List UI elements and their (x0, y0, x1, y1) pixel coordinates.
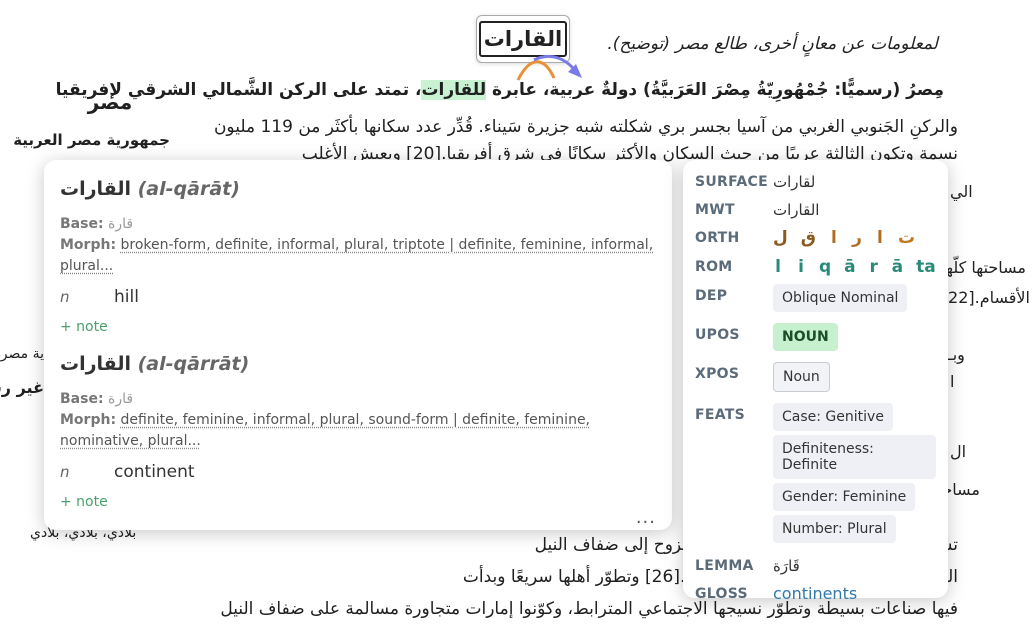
prop-label: XPOS (695, 366, 740, 382)
prop-label: LEMMA (695, 558, 754, 574)
token-properties-panel: SURFACE لقارات MWT القارات ORTH ل ق ا ر … (683, 160, 948, 603)
orth-letter: ا (877, 228, 883, 248)
lemma-value: قَارَة (773, 557, 800, 575)
lead-before: مِصرُ (رسميًّا: جُمْهُورِيّةُ مِصْرَ الع… (486, 80, 944, 100)
feats-list: Case: Genitive Definiteness: Definite Ge… (773, 403, 936, 547)
morph-value[interactable]: broken-form, definite, informal, plural,… (60, 237, 653, 274)
article-fragment: وبـ (948, 345, 965, 364)
add-note-button[interactable]: + note (60, 494, 656, 510)
rom-letter: q (819, 257, 832, 277)
article-fragment: ا (950, 372, 955, 391)
pointer-arrow-icon (516, 55, 582, 81)
dep-chip[interactable]: Oblique Nominal (773, 284, 908, 312)
more-options-icon[interactable]: ... (636, 507, 656, 528)
prop-label: FEATS (695, 407, 746, 423)
base-value[interactable]: قارة (108, 391, 133, 407)
infobox-subtitle: جمهورية مصر العربية (13, 131, 170, 149)
prop-label: DEP (695, 288, 728, 304)
prop-label: SURFACE (695, 174, 768, 190)
article-fragment: ال (950, 442, 967, 461)
article-line-2: والركنِ الجَنوبي الغربي من آسيا بجسر بري… (213, 117, 958, 137)
infobox-fragment: ية مصر (0, 346, 44, 362)
morph-label: Morph: (60, 237, 117, 253)
prop-label: ORTH (695, 230, 740, 246)
infobox-fragment: غير رس (0, 378, 44, 397)
entry-heading: القارات (al-qārāt) (60, 176, 656, 202)
rom-letters: l i q ā r ā ta (773, 255, 936, 277)
prop-lemma: LEMMA قَارَة (695, 554, 936, 575)
orth-letter: ل (773, 228, 788, 248)
prop-upos: UPOS NOUN (695, 323, 936, 355)
dictionary-entry: القارات (al-qārāt) Base: قارة Morph: bro… (60, 176, 656, 335)
entry-translit: (al-qārāt) (137, 178, 240, 200)
prop-mwt: MWT القارات (695, 198, 936, 219)
disambiguation-note: لمعلومات عن معانٍ أخرى، طالع مصر (توضيح)… (607, 34, 938, 54)
rom-letter: l (775, 257, 781, 277)
orth-letter: ر (852, 228, 862, 248)
entry-morph: Morph: broken-form, definite, informal, … (60, 235, 656, 277)
entry-base: Base: قارة (60, 214, 656, 235)
add-note-button[interactable]: + note (60, 319, 656, 335)
entry-sense: n hill (60, 285, 656, 309)
orth-letter: ق (800, 228, 816, 248)
sense-gloss: hill (114, 287, 139, 307)
article-fragment: الي (950, 182, 973, 201)
morph-label: Morph: (60, 412, 117, 428)
rom-letter: i (798, 257, 804, 277)
entry-translit: (al-qārrāt) (137, 353, 250, 375)
prop-surface: SURFACE لقارات (695, 170, 936, 191)
entry-sense: n continent (60, 460, 656, 484)
base-label: Base: (60, 216, 104, 232)
prop-dep: DEP Oblique Nominal (695, 284, 936, 316)
dictionary-entry: القارات (al-qārrāt) Base: قارة Morph: de… (60, 351, 656, 510)
prop-xpos: XPOS Noun (695, 362, 936, 396)
article-fragment: مساحتها كلّها (941, 258, 1026, 277)
entry-morph: Morph: definite, feminine, informal, plu… (60, 410, 656, 452)
prop-gloss: GLOSS continents (695, 582, 936, 603)
rom-letter: ā (844, 257, 856, 277)
prop-rom: ROM l i q ā r ā ta (695, 255, 936, 277)
feat-chip[interactable]: Definiteness: Definite (773, 435, 936, 479)
feat-chip[interactable]: Case: Genitive (773, 403, 893, 431)
orth-letters: ل ق ا ر ا ت (773, 226, 915, 248)
part-of-speech: n (60, 463, 70, 481)
prop-label: GLOSS (695, 586, 748, 602)
prop-orth: ORTH ل ق ا ر ا ت (695, 226, 936, 248)
entry-base: Base: قارة (60, 389, 656, 410)
rom-letter: ta (916, 257, 936, 277)
rom-letter: ā (891, 257, 904, 277)
article-fragment: مساحة (933, 480, 980, 499)
feat-chip[interactable]: Gender: Feminine (773, 483, 916, 511)
article-fragment: الأقسام.[22] (942, 288, 1030, 307)
gloss-link[interactable]: continents (773, 582, 857, 603)
highlighted-token[interactable]: للقارات (421, 80, 487, 100)
orth-letter: ت (897, 228, 916, 248)
rom-letter: r (869, 257, 878, 277)
orth-letter: ا (831, 228, 837, 248)
prop-label: MWT (695, 202, 735, 218)
infobox-title: مصر (87, 90, 133, 114)
xpos-chip[interactable]: Noun (773, 362, 830, 392)
surface-value: لقارات (773, 173, 816, 191)
upos-chip[interactable]: NOUN (773, 323, 838, 351)
prop-label: ROM (695, 259, 733, 275)
entry-word: القارات (60, 353, 131, 375)
morph-value[interactable]: definite, feminine, informal, plural, so… (60, 412, 590, 449)
entry-heading: القارات (al-qārrāt) (60, 351, 656, 377)
sense-gloss: continent (114, 462, 195, 482)
prop-feats: FEATS Case: Genitive Definiteness: Defin… (695, 403, 936, 547)
feat-chip[interactable]: Number: Plural (773, 515, 896, 543)
part-of-speech: n (60, 288, 70, 306)
base-value[interactable]: قارة (108, 216, 133, 232)
mwt-value: القارات (773, 201, 820, 219)
entry-word: القارات (60, 178, 131, 200)
dictionary-popup: القارات (al-qārāt) Base: قارة Morph: bro… (44, 160, 672, 530)
lead-sentence: مِصرُ (رسميًّا: جُمْهُورِيّةُ مِصْرَ الع… (56, 80, 944, 100)
base-label: Base: (60, 391, 104, 407)
prop-label: UPOS (695, 327, 740, 343)
